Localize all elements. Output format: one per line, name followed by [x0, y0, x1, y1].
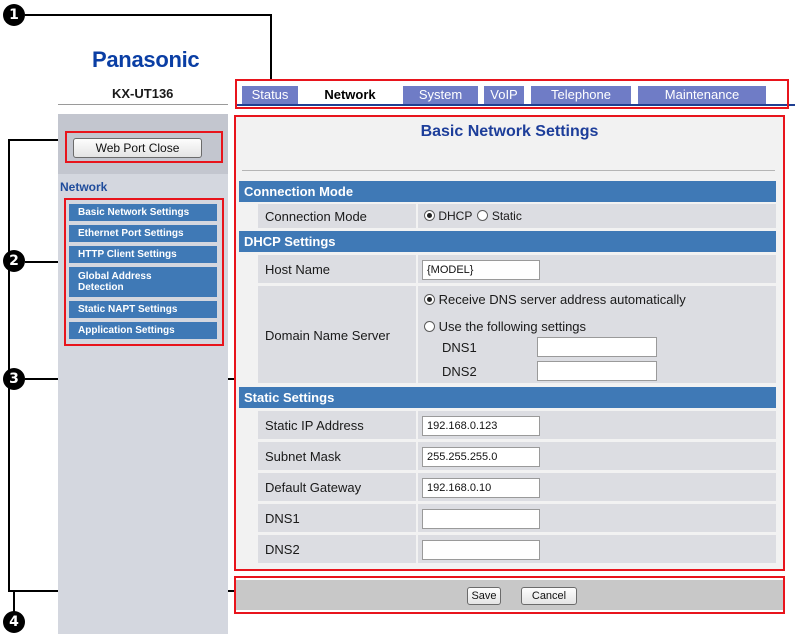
host-name-input[interactable]: {MODEL}	[422, 260, 540, 280]
callout-1-leader	[25, 14, 272, 16]
static-ip-input[interactable]: 192.168.0.123	[422, 416, 540, 436]
page-title: Basic Network Settings	[420, 123, 599, 140]
callout-3: 3	[3, 368, 25, 390]
action-bar	[236, 580, 783, 610]
sidebar-item-ethernet-port-settings[interactable]: Ethernet Port Settings	[69, 225, 217, 242]
callout-4: 4	[3, 611, 25, 633]
tab-maintenance[interactable]: Maintenance	[638, 86, 766, 104]
model-name: KX-UT136	[112, 86, 174, 101]
callout-1-leader-vertical	[270, 14, 272, 80]
tab-bar-underline	[235, 104, 795, 106]
callout-4-leader	[13, 592, 15, 612]
tab-voip[interactable]: VoIP	[484, 86, 524, 104]
tab-status[interactable]: Status	[242, 86, 298, 104]
section-dhcp-settings: DHCP Settings	[239, 231, 776, 252]
sidebar-item-basic-network-settings[interactable]: Basic Network Settings	[69, 204, 217, 221]
sidebar-heading-network: Network	[60, 180, 108, 194]
static-dns1-label: DNS1	[265, 511, 300, 526]
dns1-label: DNS1	[442, 340, 477, 355]
callout-1: 1	[3, 4, 25, 26]
logo-divider	[58, 104, 228, 105]
default-gateway-label: Default Gateway	[265, 480, 362, 495]
host-name-label: Host Name	[265, 262, 331, 277]
web-port-close-button[interactable]: Web Port Close	[73, 138, 202, 158]
dns2-label: DNS2	[442, 364, 477, 379]
radio-dhcp[interactable]	[424, 210, 435, 221]
static-ip-label: Static IP Address	[265, 418, 364, 433]
subnet-mask-input[interactable]: 255.255.255.0	[422, 447, 540, 467]
radio-static[interactable]	[477, 210, 489, 221]
connection-mode-radio-group: DHCP Static	[424, 209, 522, 223]
section-connection-mode: Connection Mode	[239, 181, 776, 202]
dns2-input[interactable]	[537, 361, 657, 381]
sidebar-item-http-client-settings[interactable]: HTTP Client Settings	[69, 246, 217, 263]
subnet-mask-label: Subnet Mask	[265, 449, 341, 464]
dns-label: Domain Name Server	[265, 328, 390, 343]
dns1-input[interactable]	[537, 337, 657, 357]
sidebar-item-application-settings[interactable]: Application Settings	[69, 322, 217, 339]
callout-4-bracket-vertical	[8, 139, 10, 592]
radio-dns-auto[interactable]	[424, 294, 435, 305]
radio-dns-manual[interactable]	[424, 321, 435, 332]
cancel-button[interactable]: Cancel	[521, 587, 577, 605]
radio-dns-manual-label: Use the following settings	[438, 319, 587, 334]
radio-dns-auto-label: Receive DNS server address automatically	[438, 292, 686, 307]
callout-2: 2	[3, 250, 25, 272]
save-button[interactable]: Save	[467, 587, 501, 605]
sidebar-item-static-napt-settings[interactable]: Static NAPT Settings	[69, 301, 217, 318]
dns-manual-option: Use the following settings	[424, 319, 586, 334]
section-static-settings: Static Settings	[239, 387, 776, 408]
radio-dhcp-label: DHCP	[438, 209, 473, 223]
static-dns2-label: DNS2	[265, 542, 300, 557]
static-dns1-input[interactable]	[422, 509, 540, 529]
dns-auto-option: Receive DNS server address automatically	[424, 292, 686, 307]
title-divider	[242, 170, 775, 171]
default-gateway-input[interactable]: 192.168.0.10	[422, 478, 540, 498]
panasonic-logo: Panasonic	[92, 47, 200, 72]
static-dns2-input[interactable]	[422, 540, 540, 560]
radio-static-label: Static	[491, 209, 522, 223]
connection-mode-label: Connection Mode	[265, 209, 367, 224]
sidebar-item-global-address-detection[interactable]: Global Address Detection	[69, 267, 217, 297]
tab-telephone[interactable]: Telephone	[531, 86, 631, 104]
tab-system[interactable]: System	[403, 86, 478, 104]
tab-network[interactable]: Network	[305, 86, 395, 104]
